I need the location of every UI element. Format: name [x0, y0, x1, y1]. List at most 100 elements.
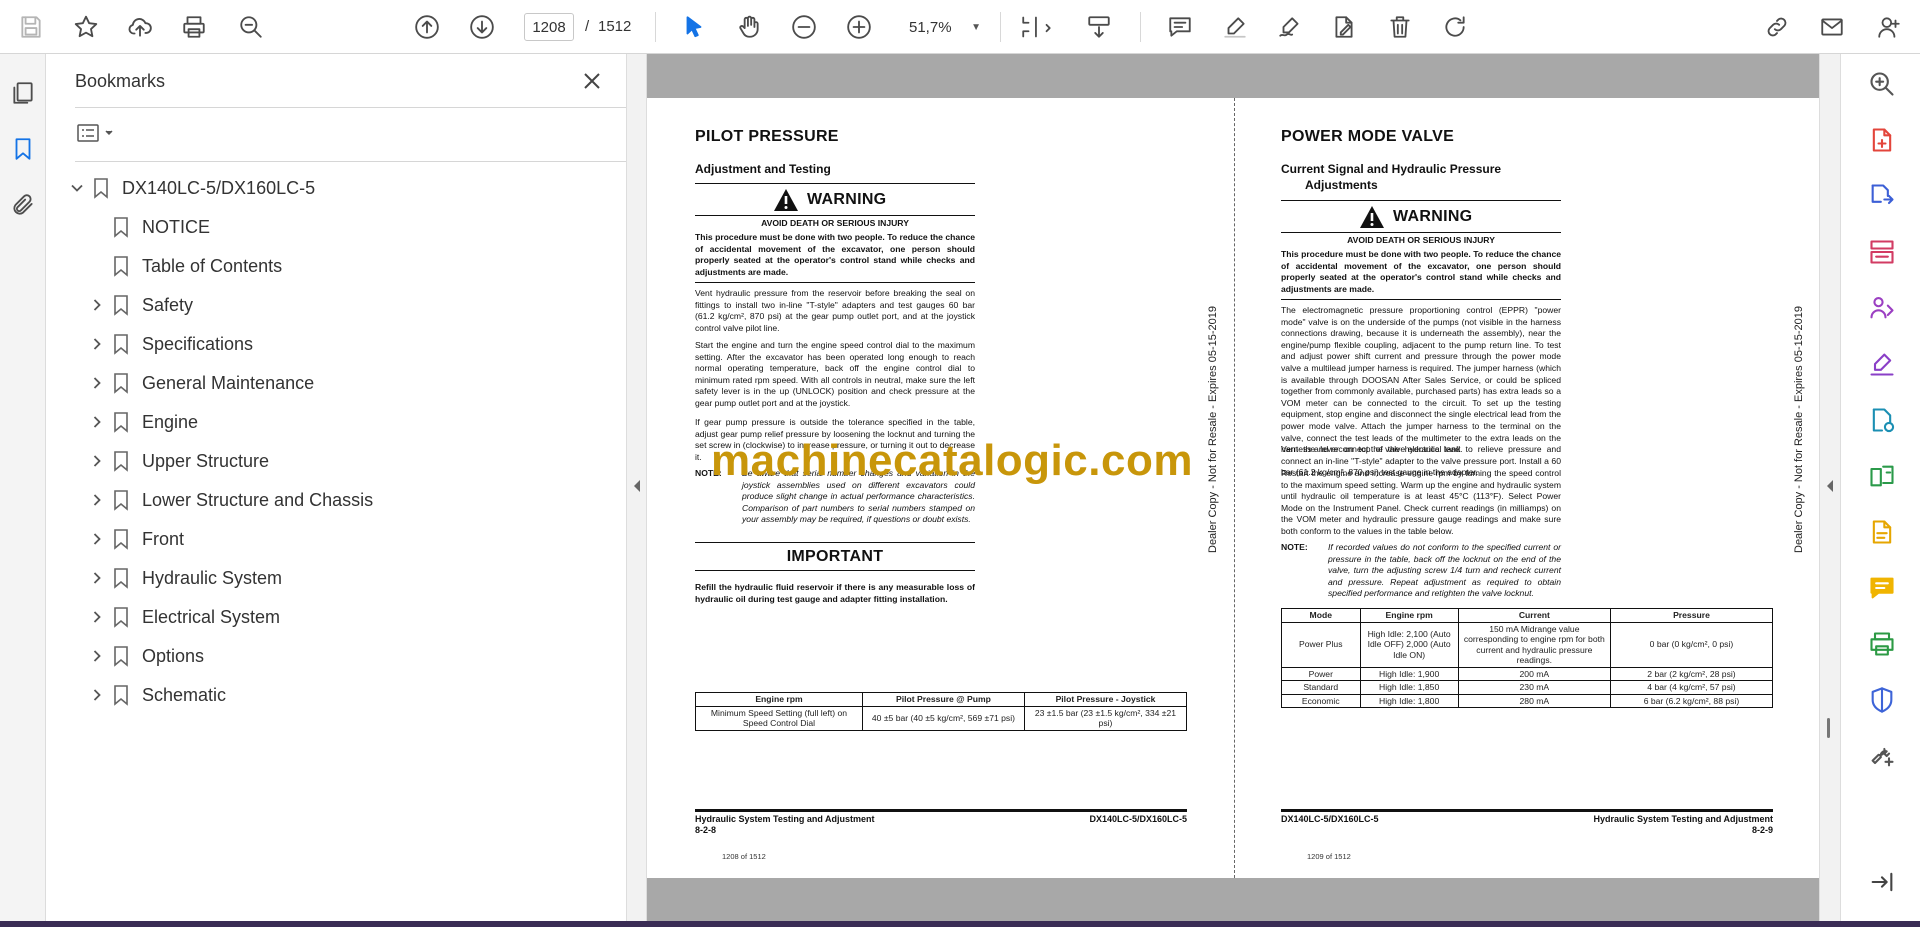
scroll-mode-icon[interactable] — [1082, 10, 1116, 44]
bookmark-item[interactable]: Engine — [90, 407, 198, 437]
bookmark-item[interactable]: Specifications — [90, 329, 253, 359]
account-user-icon[interactable] — [1872, 10, 1906, 44]
close-icon — [584, 73, 600, 89]
collapse-panel-handle[interactable] — [626, 54, 647, 921]
chevron-right-icon[interactable] — [90, 493, 104, 507]
expand-panel-icon[interactable] — [1866, 866, 1898, 898]
collapse-tools-handle[interactable] — [1819, 54, 1840, 921]
bookmarks-panel-icon[interactable] — [8, 134, 38, 164]
zoom-out-icon[interactable] — [787, 10, 821, 44]
bookmark-icon — [112, 294, 130, 316]
toolbar-divider — [1000, 12, 1001, 42]
left-page-number: 1208 of 1512 — [722, 852, 766, 861]
chevron-right-icon[interactable] — [90, 376, 104, 390]
bookmark-item[interactable]: Electrical System — [90, 602, 280, 632]
bookmark-item[interactable]: Hydraulic System — [90, 563, 282, 593]
compare-files-icon[interactable] — [1866, 460, 1898, 492]
bookmark-item[interactable]: Lower Structure and Chassis — [90, 485, 373, 515]
rule — [695, 282, 975, 283]
export-pdf-icon[interactable] — [1866, 180, 1898, 212]
upload-cloud-icon[interactable] — [123, 10, 157, 44]
bookmark-item[interactable]: Options — [90, 641, 204, 671]
bookmark-item[interactable]: Schematic — [90, 680, 226, 710]
left-footer-model: DX140LC-5/DX160LC-5 — [1089, 814, 1187, 824]
next-page-icon[interactable] — [465, 10, 499, 44]
right-footer-section: Hydraulic System Testing and Adjustment — [1593, 814, 1773, 824]
page-number-input[interactable] — [524, 13, 574, 41]
previous-page-icon[interactable] — [410, 10, 444, 44]
fill-sign-icon[interactable] — [1866, 348, 1898, 380]
bookmark-item[interactable]: Upper Structure — [90, 446, 269, 476]
bookmark-item[interactable]: Table of Contents — [112, 251, 282, 281]
right-warning-heading: WARNING — [1359, 205, 1472, 229]
page-fit-icon[interactable] — [1012, 10, 1062, 44]
bookmark-item-root[interactable]: DX140LC-5/DX160LC-5 — [70, 173, 315, 203]
print-icon[interactable] — [177, 10, 211, 44]
protect-shield-icon[interactable] — [1866, 684, 1898, 716]
left-paragraph-1: Vent hydraulic pressure from the reservo… — [695, 288, 975, 333]
zoom-level-dropdown[interactable]: 51,7% ▼ — [905, 13, 985, 41]
page-separator: / — [585, 18, 590, 35]
chevron-right-icon[interactable] — [90, 298, 104, 312]
chevron-right-icon[interactable] — [90, 571, 104, 585]
attachments-paperclip-icon[interactable] — [8, 190, 38, 220]
zoom-in-icon[interactable] — [842, 10, 876, 44]
bookmark-item[interactable]: Safety — [90, 290, 193, 320]
warning-subtitle: AVOID DEATH OR SERIOUS INJURY — [1347, 235, 1495, 245]
bookmark-star-icon[interactable] — [69, 10, 103, 44]
bookmark-icon — [92, 177, 110, 199]
document-viewport[interactable]: PILOT PRESSURE Adjustment and Testing WA… — [647, 54, 1819, 921]
important-text: Refill the hydraulic fluid reservoir if … — [695, 582, 975, 604]
page-thumbnails-icon[interactable] — [8, 78, 38, 108]
edit-pdf-icon[interactable] — [1327, 10, 1361, 44]
select-cursor-icon[interactable] — [677, 10, 711, 44]
chevron-right-icon[interactable] — [90, 688, 104, 702]
hand-tool-icon[interactable] — [732, 10, 766, 44]
scan-ocr-icon[interactable] — [1866, 516, 1898, 548]
chevron-right-icon[interactable] — [90, 415, 104, 429]
comment-tool-icon[interactable] — [1866, 572, 1898, 604]
important-title: IMPORTANT — [786, 548, 884, 565]
right-footer-model: DX140LC-5/DX160LC-5 — [1281, 814, 1379, 824]
chevron-right-icon[interactable] — [90, 610, 104, 624]
table-cell: 280 mA — [1457, 693, 1611, 708]
draw-sign-icon[interactable] — [1273, 10, 1307, 44]
table-cell: Standard — [1281, 680, 1361, 695]
more-tools-icon[interactable] — [1866, 740, 1898, 772]
bookmark-icon — [112, 606, 130, 628]
print-production-icon[interactable] — [1866, 628, 1898, 660]
table-header: Pilot Pressure @ Pump — [861, 692, 1025, 707]
email-icon[interactable] — [1815, 10, 1849, 44]
chevron-right-icon[interactable] — [90, 337, 104, 351]
create-pdf-icon[interactable] — [1866, 124, 1898, 156]
request-signatures-icon[interactable] — [1866, 292, 1898, 324]
save-icon[interactable] — [14, 10, 48, 44]
table-row: Standard High Idle: 1,850 230 mA 4 bar (4 k… — [1281, 680, 1774, 695]
search-zoom-icon[interactable] — [1866, 68, 1898, 100]
scrollbar-thumb[interactable] — [1827, 718, 1830, 738]
chevron-right-icon[interactable] — [90, 454, 104, 468]
right-dealer-copy-stamp: Dealer Copy - Not for Resale - Expires 0… — [1793, 305, 1805, 553]
toolbar-divider — [655, 12, 656, 42]
send-for-review-icon[interactable] — [1866, 404, 1898, 436]
bookmark-item[interactable]: NOTICE — [112, 212, 210, 242]
list-options-icon — [77, 124, 113, 142]
table-cell: Power — [1281, 666, 1361, 681]
organize-pages-icon[interactable] — [1866, 236, 1898, 268]
highlight-pen-icon[interactable] — [1218, 10, 1252, 44]
table-header: Pilot Pressure - Joystick — [1023, 692, 1188, 707]
delete-trash-icon[interactable] — [1383, 10, 1417, 44]
table-cell: Power Plus — [1281, 621, 1361, 668]
chevron-down-icon[interactable] — [70, 181, 84, 195]
bookmark-options-menu[interactable] — [76, 118, 126, 148]
bookmark-item[interactable]: Front — [90, 524, 184, 554]
chevron-right-icon[interactable] — [90, 649, 104, 663]
bookmark-item[interactable]: General Maintenance — [90, 368, 314, 398]
comment-icon[interactable] — [1163, 10, 1197, 44]
panel-divider — [75, 161, 626, 162]
rotate-icon[interactable] — [1438, 10, 1472, 44]
close-panel-button[interactable] — [577, 66, 607, 96]
share-link-icon[interactable] — [1760, 10, 1794, 44]
zoom-search-icon[interactable] — [234, 10, 268, 44]
chevron-right-icon[interactable] — [90, 532, 104, 546]
